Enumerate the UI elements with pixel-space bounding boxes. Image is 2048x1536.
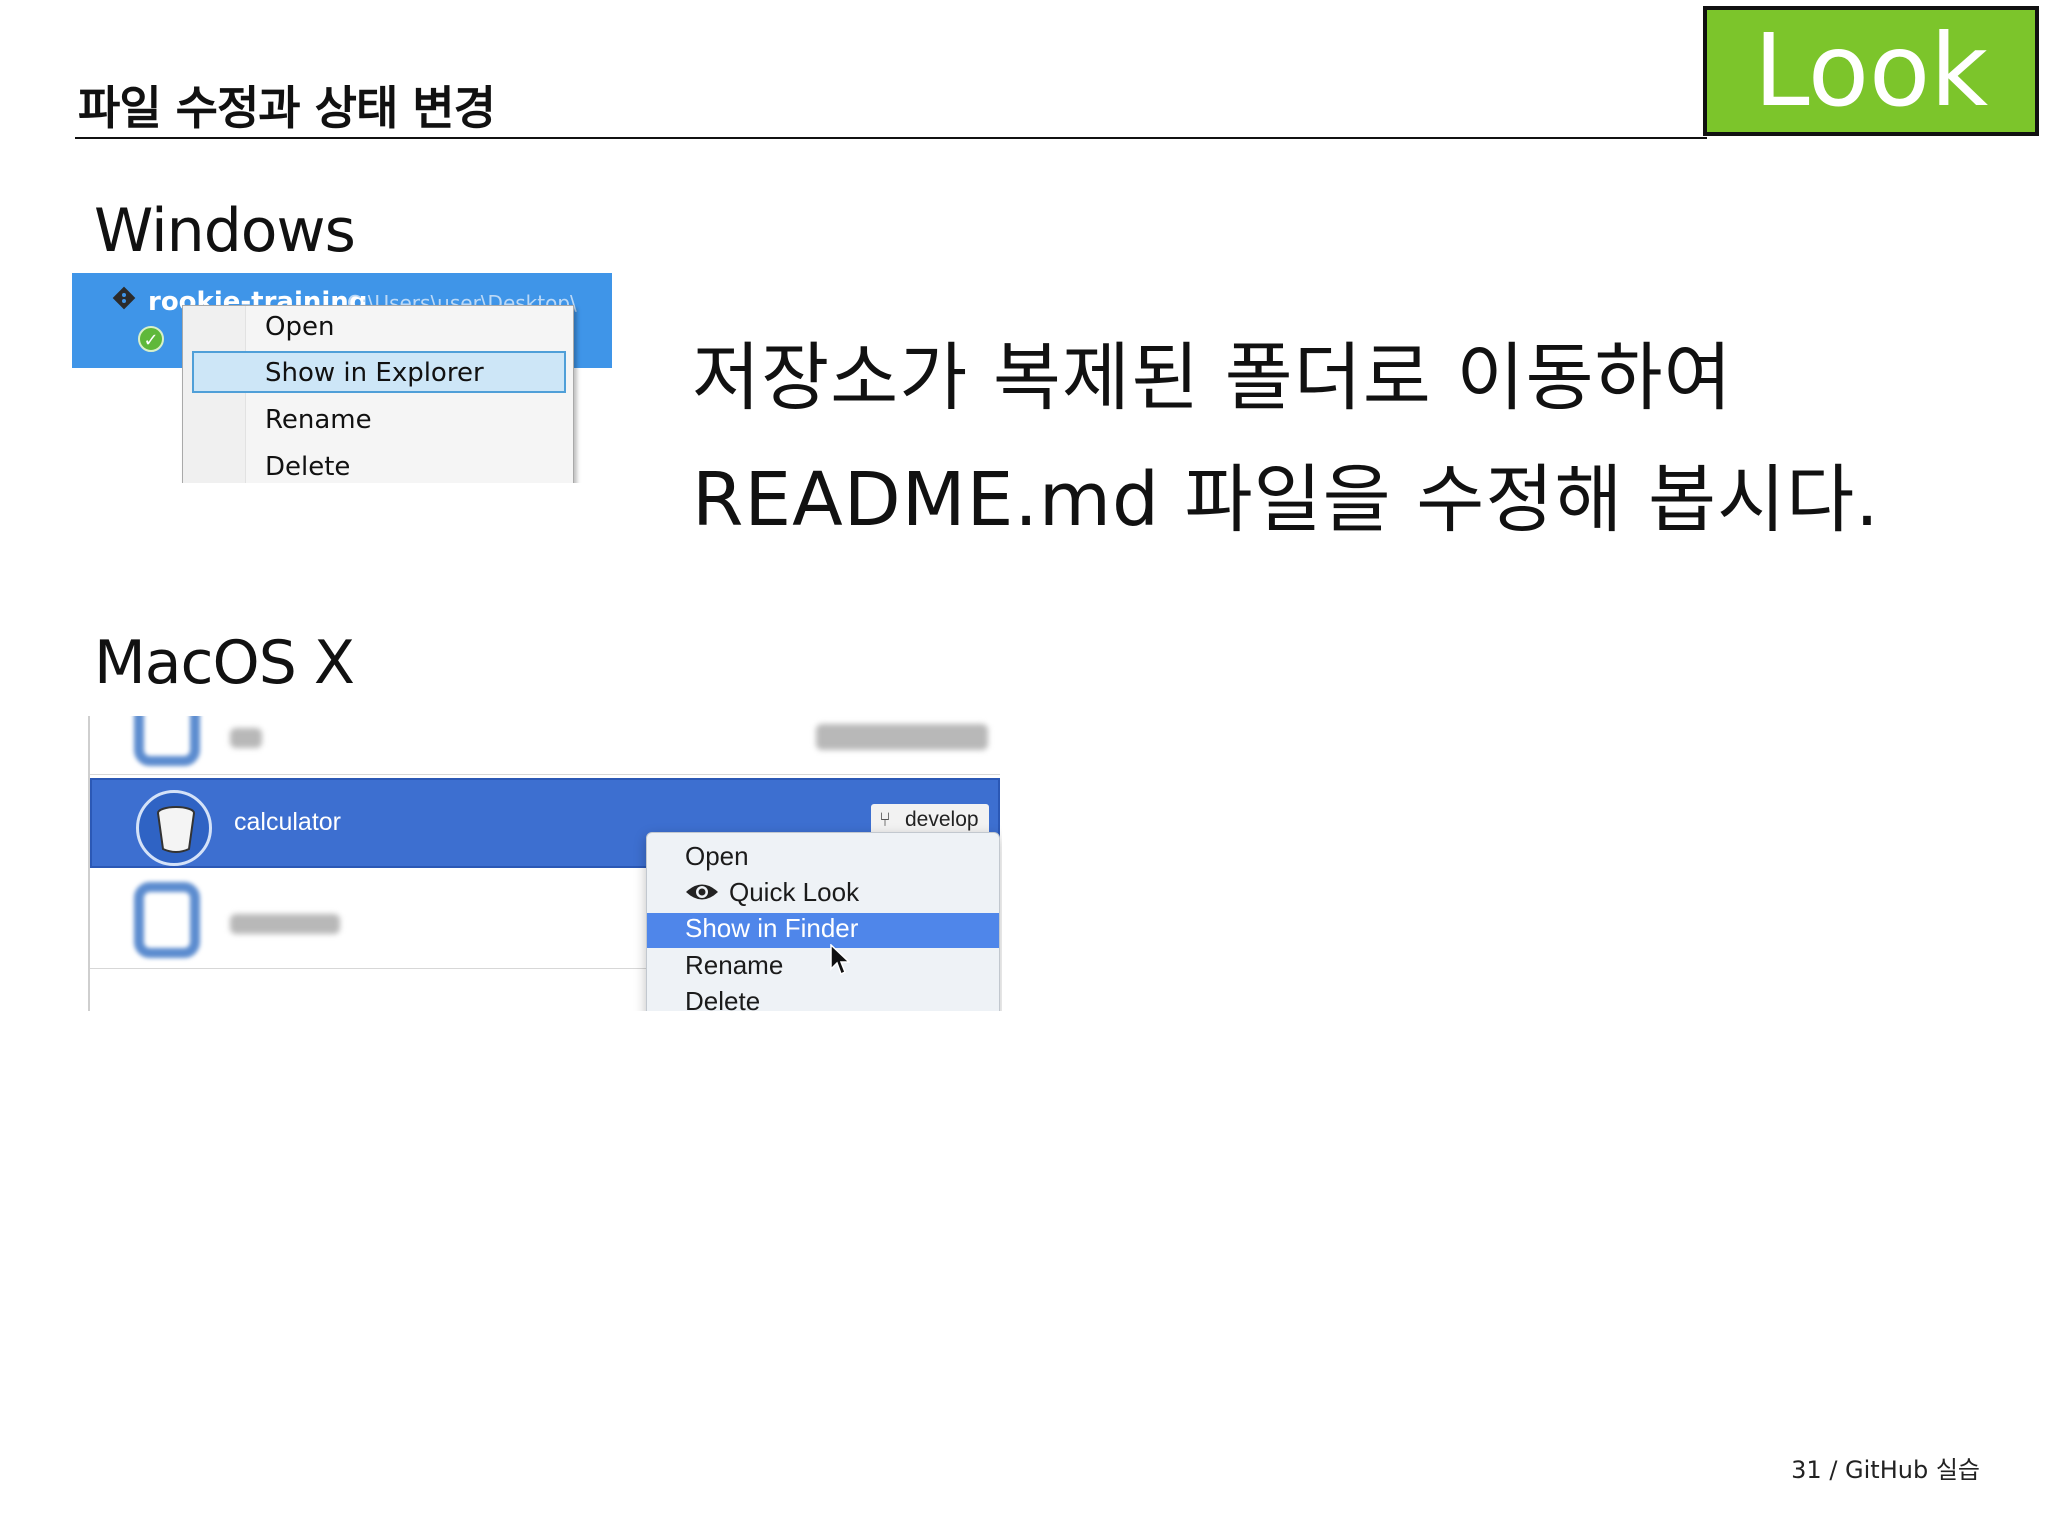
bucket-icon	[157, 806, 195, 853]
slide-title: 파일 수정과 상태 변경	[78, 81, 496, 135]
mac-repo-name: calculator	[234, 808, 341, 836]
menu-item-delete[interactable]: Delete	[685, 986, 760, 1011]
menu-item-delete[interactable]: Delete	[265, 452, 350, 482]
mac-context-menu: Open Quick Look Show in Finder Rename De…	[646, 832, 1000, 1011]
windows-label: Windows	[94, 196, 356, 266]
git-diamond-icon	[112, 286, 136, 310]
menu-item-show-in-finder[interactable]: Show in Finder	[685, 913, 858, 944]
check-icon: ✓	[138, 326, 164, 352]
menu-item-show-in-explorer[interactable]: Show in Explorer	[265, 358, 484, 388]
page-footer: 31 / GitHub 실습	[1791, 1456, 1980, 1484]
cursor-icon	[830, 944, 850, 976]
eye-icon	[686, 884, 718, 900]
menu-item-rename[interactable]: Rename	[265, 405, 372, 435]
menu-item-open[interactable]: Open	[265, 312, 334, 342]
title-divider	[75, 137, 1707, 139]
windows-screenshot: rookie-training C:\Users\user\Desktop\ ✓…	[72, 273, 612, 483]
instruction-line-1: 저장소가 복제된 폴더로 이동하여	[692, 335, 1733, 421]
blurred-avatar	[134, 716, 200, 766]
blurred-avatar	[134, 882, 200, 958]
menu-item-rename[interactable]: Rename	[685, 950, 783, 981]
instruction-line-2: README.md 파일을 수정해 봅시다.	[692, 457, 1880, 543]
repo-avatar	[136, 790, 212, 866]
menu-item-open[interactable]: Open	[685, 841, 749, 872]
look-badge: Look	[1703, 6, 2039, 136]
mac-screenshot: calculator ⑂ develop Open Quick Look Sho…	[88, 716, 1002, 1011]
windows-context-menu: Open Show in Explorer Rename Delete	[182, 305, 574, 483]
mac-label: MacOS X	[94, 628, 355, 698]
menu-item-quick-look[interactable]: Quick Look	[729, 877, 859, 908]
